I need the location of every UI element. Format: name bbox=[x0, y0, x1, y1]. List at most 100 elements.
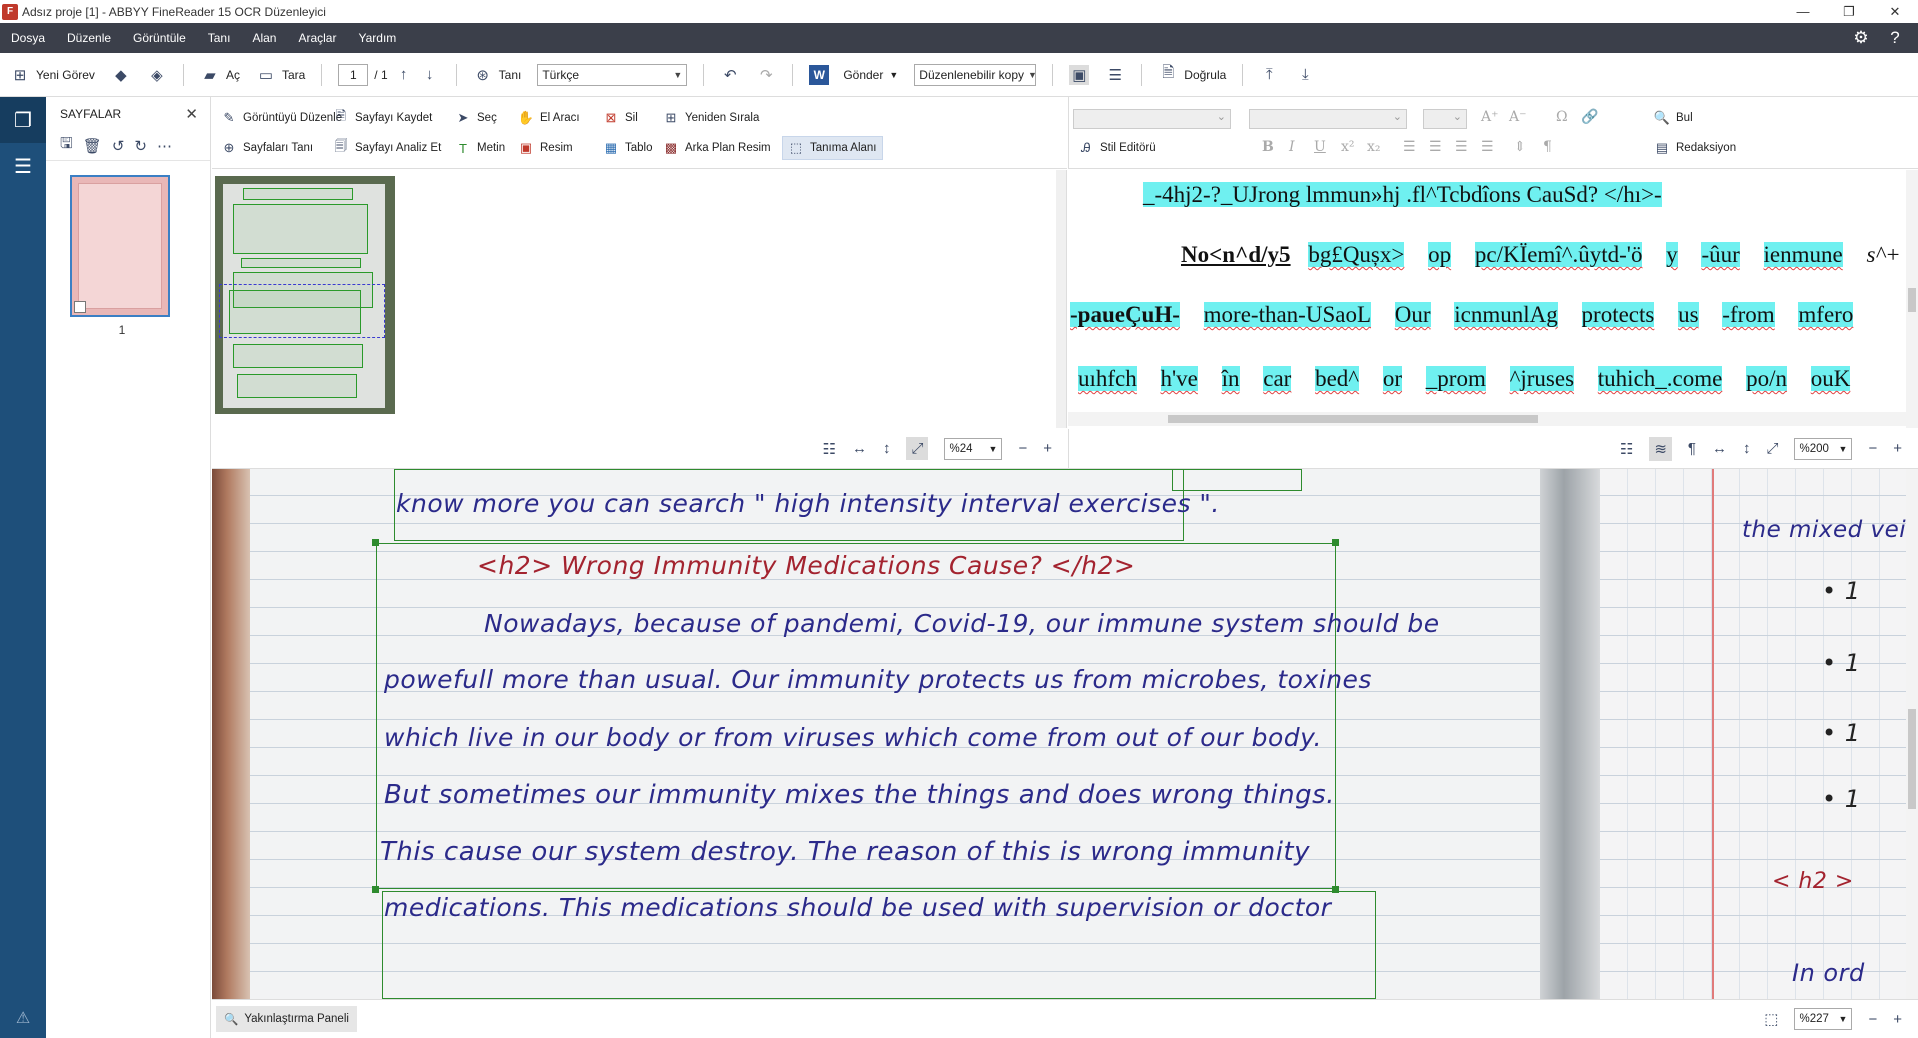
ocr-word[interactable]: s^+ bbox=[1866, 242, 1900, 267]
verify-button[interactable]: 🗎 Doğrula bbox=[1158, 64, 1226, 85]
ocr-word[interactable]: ^jruses bbox=[1509, 366, 1575, 391]
ocr-word[interactable]: în bbox=[1221, 366, 1240, 391]
rotate-right-icon[interactable]: ↻ bbox=[134, 137, 147, 155]
ocr-word[interactable]: pc/KÏemî^.ûytd-'ö bbox=[1474, 242, 1643, 267]
pages-panel-icon[interactable]: ❐ bbox=[0, 97, 46, 143]
restore-button[interactable]: ❐ bbox=[1826, 0, 1872, 23]
overview-zoom-select[interactable]: %24 ▼ bbox=[944, 437, 1003, 460]
menu-file[interactable]: Dosya bbox=[0, 31, 56, 45]
fit-height-icon[interactable]: ↕ bbox=[1743, 440, 1751, 457]
zoom-in-icon[interactable]: + bbox=[1893, 1011, 1902, 1028]
delete-area-button[interactable]: ⊠ Sil bbox=[602, 109, 638, 127]
recognize-pages-button[interactable]: ⊕ Sayfaları Tanı bbox=[220, 139, 314, 157]
superscript-icon[interactable]: x² bbox=[1341, 139, 1355, 155]
menu-tools[interactable]: Araçlar bbox=[287, 31, 347, 45]
trash-icon[interactable]: 🗑 bbox=[83, 137, 102, 155]
fit-width-icon[interactable]: ↔ bbox=[852, 440, 867, 457]
ocr-word[interactable]: ienmune bbox=[1763, 242, 1843, 267]
text-area-box[interactable] bbox=[1172, 469, 1302, 491]
style-editor-button[interactable]: Ꭿ Stil Editörü bbox=[1077, 139, 1155, 157]
recognize-button[interactable]: ⊛ Tanı bbox=[473, 65, 521, 85]
menu-area[interactable]: Alan bbox=[241, 31, 287, 45]
fit-width-icon[interactable]: ↔ bbox=[1712, 440, 1727, 457]
ocr-word[interactable]: y bbox=[1666, 242, 1678, 267]
ocr-word[interactable]: car bbox=[1263, 366, 1292, 391]
image-vertical-scrollbar[interactable] bbox=[1906, 469, 1918, 999]
send-button[interactable]: W Gönder ▼ bbox=[809, 64, 898, 85]
overview-scrollbar[interactable] bbox=[1056, 170, 1066, 428]
export-up-button[interactable]: ⤒ bbox=[1259, 65, 1279, 85]
zoom-in-icon[interactable]: + bbox=[1043, 440, 1052, 457]
ocr-word[interactable]: icnmunlAg bbox=[1454, 302, 1558, 327]
list-panel-icon[interactable]: ☰ bbox=[0, 143, 46, 189]
zoom-out-icon[interactable]: − bbox=[1868, 1011, 1877, 1028]
reorder-button[interactable]: ⊞ Yeniden Sırala bbox=[662, 109, 760, 127]
scan-button[interactable]: ▭ Tara bbox=[256, 65, 305, 85]
spell-check-icon[interactable]: ≋ bbox=[1649, 436, 1672, 461]
fit-page-icon[interactable]: ⤢ bbox=[906, 437, 929, 460]
page-thumbnail[interactable] bbox=[70, 175, 170, 317]
subscript-icon[interactable]: x₂ bbox=[1367, 139, 1381, 155]
stack-button[interactable]: ◈ bbox=[147, 65, 167, 85]
hand-tool-button[interactable]: ✋ El Aracı bbox=[517, 109, 580, 127]
text-view-toggle[interactable]: ☰ bbox=[1105, 65, 1125, 85]
minimize-button[interactable]: — bbox=[1780, 0, 1826, 23]
open-button[interactable]: ▰ Aç bbox=[200, 65, 240, 85]
ocr-word[interactable]: bed^ bbox=[1315, 366, 1360, 391]
save-icon[interactable]: 🖫 bbox=[60, 133, 73, 158]
undo-button[interactable]: ↶ bbox=[720, 65, 740, 85]
link-icon[interactable]: 🔗 bbox=[1581, 109, 1598, 125]
zoom-out-icon[interactable]: − bbox=[1868, 440, 1877, 457]
paragraph-mark-icon[interactable]: ¶ bbox=[1543, 139, 1552, 155]
image-zoom-select[interactable]: %227 ▼ bbox=[1794, 1008, 1853, 1030]
ocr-word[interactable]: mfero bbox=[1798, 302, 1854, 327]
list-view-icon[interactable]: ☷ bbox=[823, 440, 836, 458]
menu-edit[interactable]: Düzenle bbox=[56, 31, 122, 45]
text-area-button[interactable]: T Metin bbox=[454, 139, 505, 157]
send-format-select[interactable]: Düzenlenebilir kopy ▼ bbox=[914, 63, 1037, 86]
save-page-button[interactable]: 🗎 Sayfayı Kaydet bbox=[332, 108, 433, 127]
more-icon[interactable]: ⋯ bbox=[157, 137, 172, 155]
align-left-icon[interactable]: ☰ bbox=[1403, 139, 1416, 155]
ocr-word[interactable]: us bbox=[1678, 302, 1699, 327]
zoom-out-icon[interactable]: − bbox=[1018, 440, 1027, 457]
image-overview-thumbnail[interactable] bbox=[215, 176, 395, 414]
increase-font-icon[interactable]: A⁺ bbox=[1481, 109, 1499, 125]
menu-help[interactable]: Yardım bbox=[347, 31, 407, 45]
close-icon[interactable]: ✕ bbox=[185, 105, 198, 123]
menu-view[interactable]: Görüntüle bbox=[122, 31, 197, 45]
text-zoom-select[interactable]: %200 ▼ bbox=[1794, 437, 1853, 460]
menu-recognize[interactable]: Tanı bbox=[197, 31, 242, 45]
paragraph-icon[interactable]: ¶ bbox=[1688, 440, 1696, 457]
arrow-up-icon[interactable]: ↑ bbox=[394, 65, 414, 85]
ocr-word[interactable]: bg£Qușx> bbox=[1308, 242, 1405, 267]
redo-button[interactable]: ↷ bbox=[756, 65, 776, 85]
ocr-word[interactable]: No<n^d/y5 bbox=[1181, 242, 1291, 267]
italic-icon[interactable]: I bbox=[1289, 139, 1295, 155]
arrow-down-icon[interactable]: ↓ bbox=[420, 65, 440, 85]
style-select[interactable] bbox=[1073, 109, 1231, 129]
ocr-word[interactable]: ouK bbox=[1810, 366, 1851, 391]
help-icon[interactable]: ? bbox=[1884, 27, 1906, 49]
text-vertical-scrollbar[interactable] bbox=[1906, 170, 1918, 428]
font-size-select[interactable] bbox=[1423, 109, 1467, 129]
analyze-page-button[interactable]: 🗐 Sayfayı Analiz Et bbox=[332, 138, 442, 157]
ocr-word[interactable]: protects bbox=[1581, 302, 1655, 327]
fit-page-icon[interactable]: ⤢ bbox=[1766, 440, 1778, 457]
redaction-button[interactable]: ▤ Redaksiyon bbox=[1653, 139, 1736, 157]
ocr-word[interactable]: tuhich_.come bbox=[1597, 366, 1723, 391]
justify-icon[interactable]: ☰ bbox=[1481, 139, 1494, 155]
ocr-heading-line[interactable]: _-4hj2-?_UJrong lmmun»hj .fl^Tcbdîons Ca… bbox=[1143, 182, 1662, 207]
ocr-word[interactable]: po/n bbox=[1746, 366, 1787, 391]
image-overview-pane[interactable] bbox=[212, 170, 1067, 428]
edit-image-button[interactable]: ✎ Görüntüyü Düzenle bbox=[220, 109, 343, 127]
align-center-icon[interactable]: ☰ bbox=[1429, 139, 1442, 155]
fit-height-icon[interactable]: ↕ bbox=[883, 440, 891, 457]
ocr-word[interactable]: -paueÇuH- bbox=[1070, 302, 1180, 327]
background-picture-button[interactable]: ▩ Arka Plan Resim bbox=[662, 139, 771, 157]
ocr-word[interactable]: Our bbox=[1394, 302, 1431, 327]
text-editor-pane[interactable]: _-4hj2-?_UJrong lmmun»hj .fl^Tcbdîons Ca… bbox=[1068, 170, 1918, 428]
font-select[interactable] bbox=[1249, 109, 1407, 129]
picture-area-button[interactable]: ▣ Resim bbox=[517, 139, 573, 157]
align-right-icon[interactable]: ☰ bbox=[1455, 139, 1468, 155]
